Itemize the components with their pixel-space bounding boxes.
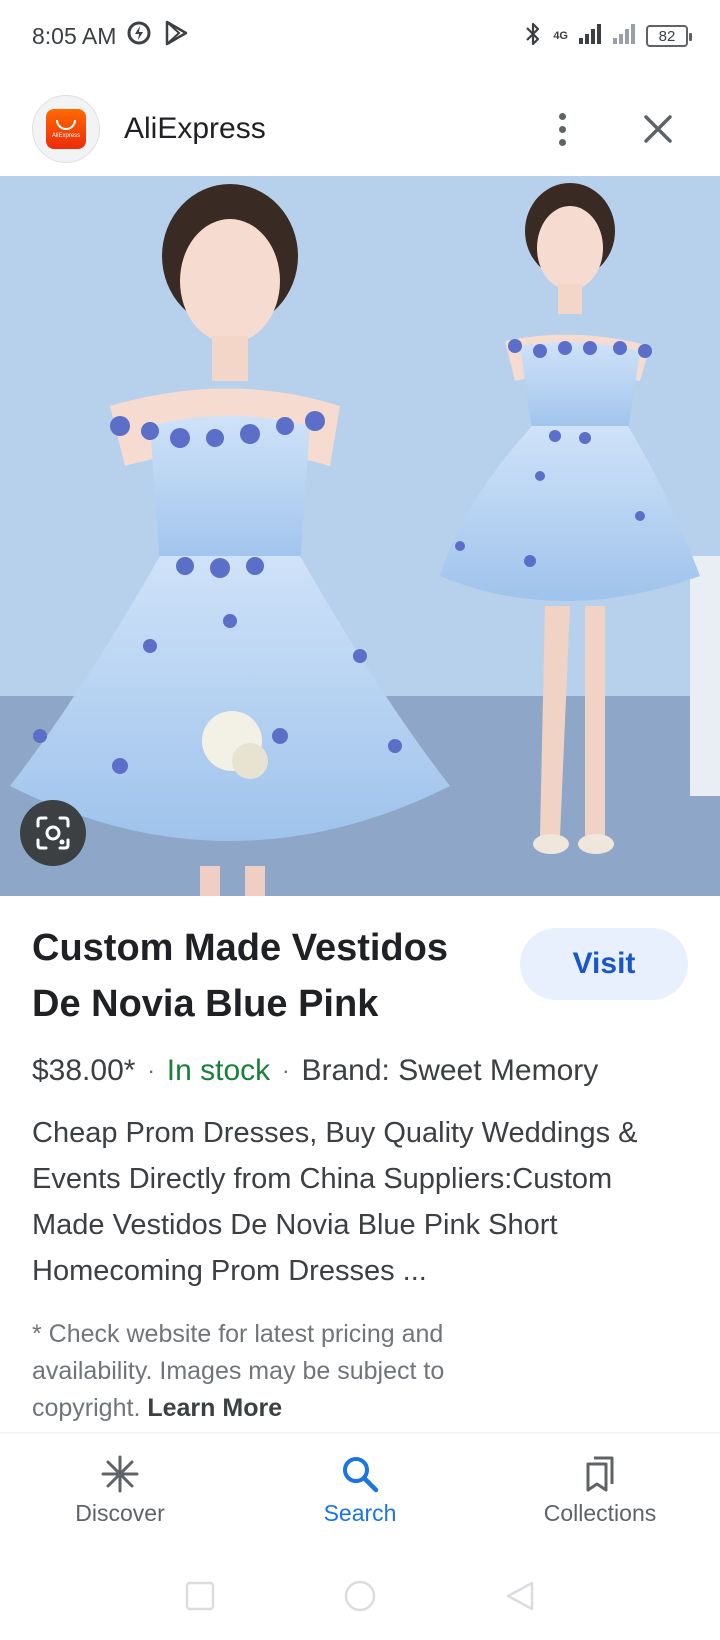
more-options-button[interactable] bbox=[532, 99, 592, 159]
data-saver-icon bbox=[126, 20, 152, 52]
close-button[interactable] bbox=[628, 99, 688, 159]
product-description: Cheap Prom Dresses, Buy Quality Weddings… bbox=[32, 1117, 638, 1287]
nav-collections[interactable]: Collections bbox=[500, 1454, 700, 1527]
visit-button[interactable]: Visit bbox=[520, 928, 688, 1000]
nav-search[interactable]: Search bbox=[260, 1454, 460, 1527]
product-title[interactable]: Custom Made Vestidos De Novia Blue Pink … bbox=[32, 920, 492, 1032]
status-time: 8:05 AM bbox=[32, 22, 117, 49]
signal-icon-2 bbox=[612, 23, 636, 50]
product-image[interactable] bbox=[0, 176, 720, 896]
status-left: 8:05 AM bbox=[32, 19, 190, 53]
brand: Brand: Sweet Memory bbox=[301, 1054, 599, 1087]
home-icon[interactable] bbox=[343, 1579, 377, 1613]
learn-more-link[interactable]: Learn More bbox=[147, 1394, 282, 1422]
aliexpress-logo-mark: AliExpress bbox=[46, 109, 86, 149]
signal-icon bbox=[578, 23, 602, 50]
separator-dot: · bbox=[282, 1058, 290, 1083]
search-icon bbox=[343, 1457, 379, 1493]
google-lens-button[interactable] bbox=[20, 800, 86, 866]
nav-label-search: Search bbox=[323, 1500, 397, 1526]
separator-dot: · bbox=[147, 1058, 155, 1083]
nav-label-discover: Discover bbox=[75, 1500, 165, 1526]
status-right: 4G 82 bbox=[523, 21, 692, 52]
bluetooth-icon bbox=[523, 21, 543, 52]
bookmarks-icon bbox=[586, 1456, 614, 1492]
close-icon bbox=[644, 115, 672, 143]
back-icon[interactable] bbox=[504, 1580, 536, 1612]
stock-status: In stock bbox=[166, 1054, 271, 1087]
network-type: 4G bbox=[553, 30, 568, 42]
lens-icon bbox=[36, 816, 70, 850]
nav-discover[interactable]: Discover bbox=[20, 1454, 220, 1527]
disclaimer: * Check website for latest pricing and a… bbox=[32, 1316, 512, 1427]
product-photo bbox=[0, 176, 720, 896]
recents-icon[interactable] bbox=[184, 1580, 216, 1612]
app-title: AliExpress bbox=[124, 112, 266, 145]
aliexpress-logo[interactable]: AliExpress bbox=[32, 95, 100, 163]
more-vert-icon bbox=[558, 112, 566, 146]
product-details: Custom Made Vestidos De Novia Blue Pink … bbox=[32, 920, 688, 1427]
bottom-nav: Discover Search Collections bbox=[0, 1432, 720, 1548]
system-nav-bar bbox=[0, 1560, 720, 1632]
battery-icon: 82 bbox=[646, 25, 692, 47]
price: $38.00* bbox=[32, 1054, 136, 1087]
app-header: AliExpress AliExpress bbox=[0, 86, 720, 172]
play-store-icon bbox=[162, 19, 190, 53]
nav-label-collections: Collections bbox=[543, 1500, 657, 1526]
asterisk-icon bbox=[101, 1455, 139, 1493]
logo-text: AliExpress bbox=[51, 132, 81, 139]
status-bar: 8:05 AM 4G 82 bbox=[0, 0, 720, 72]
title-row: Custom Made Vestidos De Novia Blue Pink … bbox=[32, 920, 688, 1032]
product-meta: $38.00* · In stock · Brand: Sweet Memory bbox=[32, 1054, 688, 1088]
